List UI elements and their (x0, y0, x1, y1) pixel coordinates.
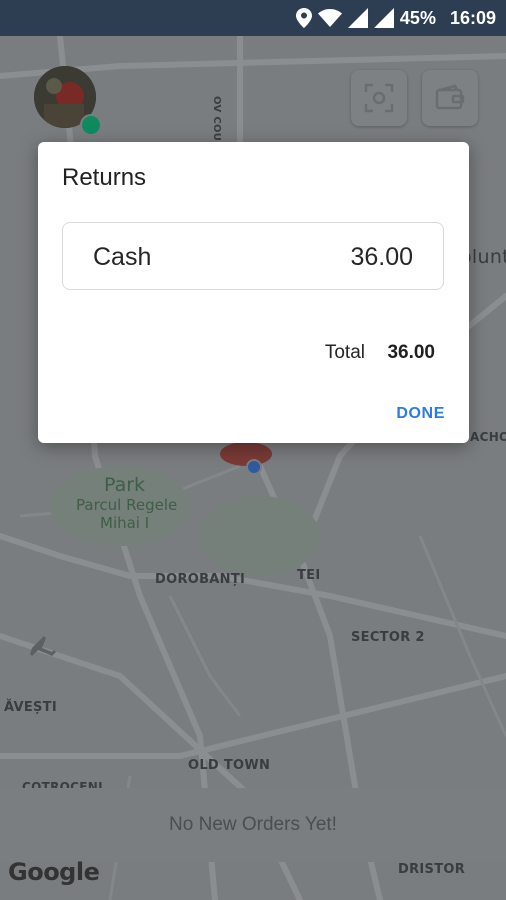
clock: 16:09 (449, 7, 496, 28)
battery-percent: 45% (399, 7, 436, 28)
map-label-old-town: OLD TOWN (188, 758, 271, 773)
payment-amount: 36.00 (350, 243, 413, 271)
map-label-dorobanti: DOROBANȚI (155, 572, 246, 587)
orders-status-bar: No New Orders Yet! (0, 788, 506, 862)
signal-icon (347, 8, 368, 28)
map-label-park-name-1: Parcul Regele (76, 496, 178, 514)
map-label-sector2: SECTOR 2 (351, 630, 425, 645)
payment-row: Cash 36.00 (62, 222, 444, 290)
map-label-park: Park (104, 474, 146, 496)
app-screen: 45% 16:09 DOROBANȚI TEI SECTOR 2 ĂVEȘTI … (0, 0, 506, 900)
map-label-park-name-2: Mihai I (100, 514, 150, 532)
map-label-right-2: ACHO (470, 430, 506, 444)
scan-icon (364, 83, 394, 113)
location-icon (295, 8, 312, 28)
dialog-title: Returns (62, 164, 147, 191)
signal-icon (373, 8, 394, 28)
total-value: 36.00 (387, 342, 435, 363)
map-label-dristor: DRISTOR (398, 862, 466, 877)
scan-button[interactable] (351, 70, 407, 126)
done-button[interactable]: DONE (396, 405, 445, 423)
wifi-icon (317, 9, 342, 27)
map-label-tei: TEI (297, 568, 321, 583)
status-bar: 45% 16:09 (0, 0, 506, 36)
wallet-icon (435, 84, 465, 110)
online-status-dot (80, 114, 102, 136)
total-label: Total (324, 342, 365, 363)
no-orders-message: No New Orders Yet! (169, 814, 337, 835)
payment-method: Cash (93, 243, 152, 271)
map-label-avesti: ĂVEȘTI (4, 700, 57, 715)
wallet-button[interactable] (422, 70, 478, 126)
returns-dialog: Returns Cash 36.00 Total 36.00 DONE (38, 142, 469, 443)
google-logo: Google (8, 858, 100, 886)
